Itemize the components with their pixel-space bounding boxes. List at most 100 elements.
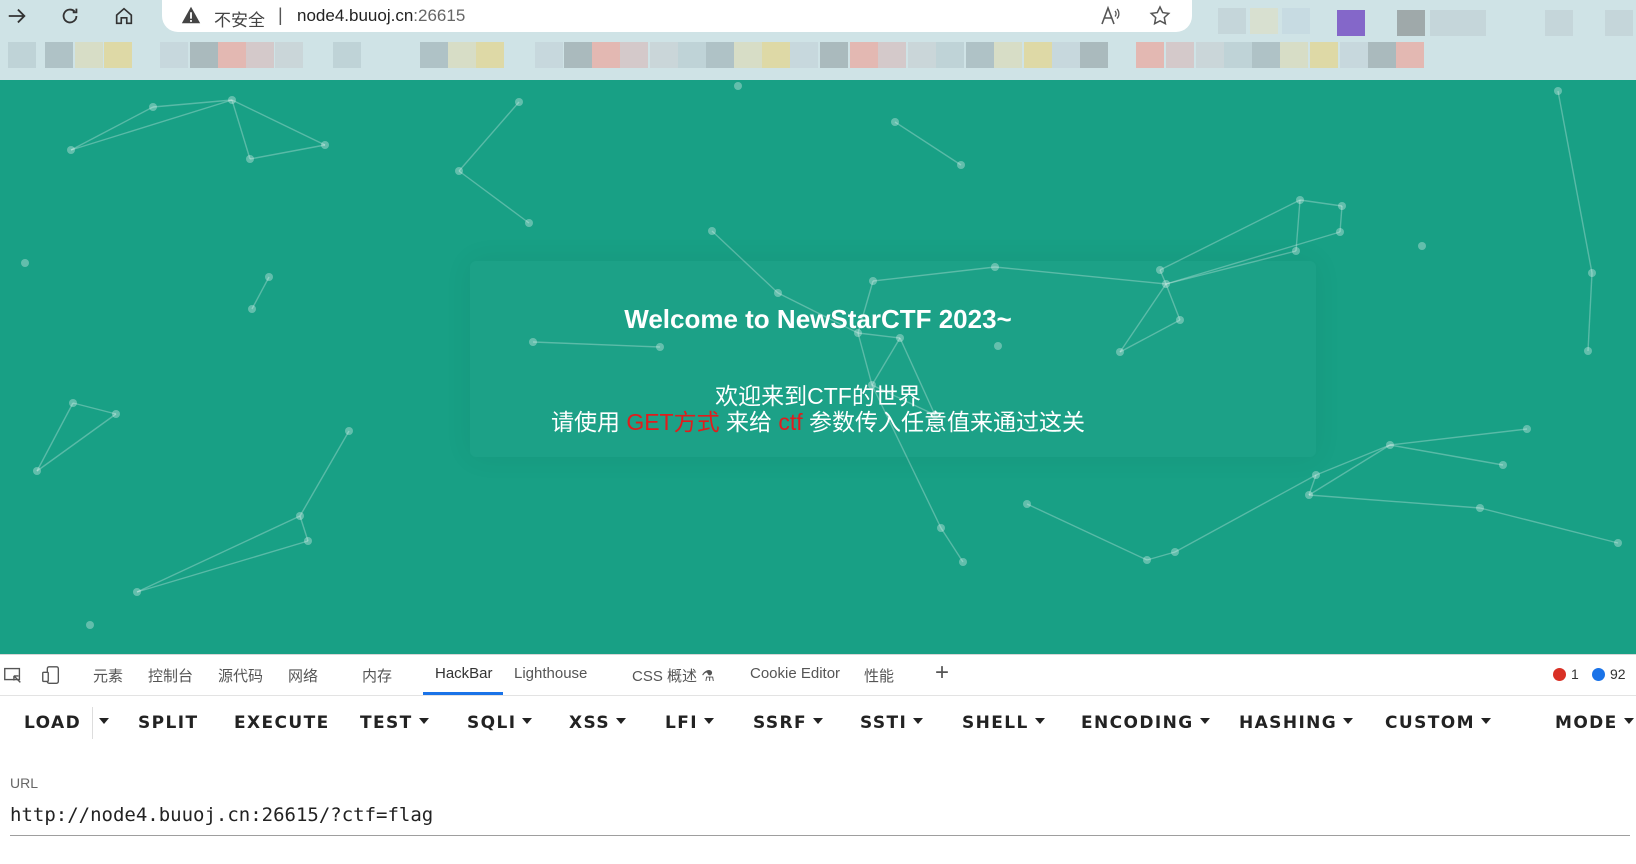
particle-dot bbox=[1171, 548, 1179, 556]
particle-dot bbox=[515, 98, 523, 106]
particle-link bbox=[1146, 551, 1176, 561]
xss-label: XSS bbox=[569, 713, 611, 733]
ssti-label: SSTI bbox=[860, 713, 908, 733]
instruction-param: ctf bbox=[778, 409, 803, 435]
particle-dot bbox=[149, 103, 157, 111]
shell-label: SHELL bbox=[962, 713, 1029, 733]
add-tab-plus-icon[interactable]: + bbox=[935, 659, 949, 687]
tab-elements[interactable]: 元素 bbox=[93, 665, 123, 686]
chevron-down-icon bbox=[813, 718, 824, 724]
particle-link bbox=[231, 99, 326, 146]
particle-link bbox=[136, 515, 301, 593]
forward-button[interactable] bbox=[3, 2, 31, 30]
particle-link bbox=[1295, 199, 1301, 252]
address-url[interactable]: node4.buuoj.cn:26615 bbox=[297, 6, 465, 26]
error-icon bbox=[1553, 667, 1566, 681]
device-toolbar-icon[interactable] bbox=[40, 664, 62, 686]
chevron-down-icon bbox=[913, 718, 924, 724]
message-counter[interactable]: 92 bbox=[1592, 666, 1626, 682]
particle-dot bbox=[1584, 347, 1592, 355]
test-label: TEST bbox=[360, 713, 413, 733]
chevron-down-icon bbox=[1199, 718, 1210, 724]
chevron-down-icon bbox=[1034, 718, 1045, 724]
devtools-panel: 元素 控制台 源代码 网络 内存 HackBar Lighthouse CSS … bbox=[0, 654, 1636, 864]
tab-cookie-editor[interactable]: Cookie Editor bbox=[750, 665, 840, 682]
tab-console[interactable]: 控制台 bbox=[148, 665, 193, 686]
arrow-right-icon bbox=[8, 8, 26, 24]
sqli-menu[interactable]: SQLI bbox=[467, 713, 533, 733]
particle-dot bbox=[296, 512, 304, 520]
ssti-menu[interactable]: SSTI bbox=[860, 713, 924, 733]
address-separator: | bbox=[278, 5, 283, 25]
chevron-down-icon bbox=[616, 718, 627, 724]
particle-link bbox=[1026, 503, 1148, 561]
xss-menu[interactable]: XSS bbox=[569, 713, 627, 733]
ssrf-label: SSRF bbox=[753, 713, 808, 733]
chevron-down-icon bbox=[522, 718, 533, 724]
read-aloud-icon[interactable] bbox=[1098, 4, 1122, 28]
url-input[interactable] bbox=[10, 795, 1630, 836]
execute-button[interactable]: EXECUTE bbox=[234, 713, 330, 733]
reload-button[interactable] bbox=[56, 2, 84, 30]
particle-link bbox=[894, 121, 962, 166]
tab-hackbar[interactable]: HackBar bbox=[435, 665, 493, 682]
load-dropdown[interactable] bbox=[99, 713, 109, 733]
mode-menu[interactable]: MODE bbox=[1555, 713, 1634, 733]
lfi-menu[interactable]: LFI bbox=[665, 713, 714, 733]
custom-menu[interactable]: CUSTOM bbox=[1385, 713, 1491, 733]
particle-dot bbox=[734, 82, 742, 90]
particle-link bbox=[1308, 444, 1391, 496]
chevron-down-icon bbox=[1480, 718, 1491, 724]
shell-menu[interactable]: SHELL bbox=[962, 713, 1045, 733]
particle-dot bbox=[1418, 242, 1426, 250]
toolbar-divider bbox=[92, 707, 93, 739]
particle-dot bbox=[455, 167, 463, 175]
particle-dot bbox=[304, 537, 312, 545]
particle-dot bbox=[1143, 556, 1151, 564]
particle-dot bbox=[86, 621, 94, 629]
particle-link bbox=[299, 430, 350, 517]
tab-performance[interactable]: 性能 bbox=[864, 665, 894, 686]
particle-link bbox=[136, 540, 309, 593]
tab-network[interactable]: 网络 bbox=[288, 665, 318, 686]
inspect-element-icon[interactable] bbox=[2, 664, 24, 686]
particle-dot bbox=[891, 118, 899, 126]
mode-label: MODE bbox=[1555, 713, 1618, 733]
test-menu[interactable]: TEST bbox=[360, 713, 429, 733]
sqli-label: SQLI bbox=[467, 713, 517, 733]
load-button[interactable]: LOAD bbox=[24, 713, 81, 733]
address-bar[interactable]: 不安全 | node4.buuoj.cn:26615 bbox=[162, 0, 1192, 32]
particle-link bbox=[231, 99, 251, 160]
home-button[interactable] bbox=[110, 2, 138, 30]
encoding-label: ENCODING bbox=[1081, 713, 1194, 733]
tab-memory[interactable]: 内存 bbox=[362, 665, 392, 686]
particle-link bbox=[1159, 199, 1301, 271]
particle-dot bbox=[1336, 228, 1344, 236]
particle-dot bbox=[21, 259, 29, 267]
split-button[interactable]: SPLIT bbox=[138, 713, 198, 733]
url-host: node4.buuoj.cn bbox=[297, 6, 414, 25]
warning-icon[interactable] bbox=[180, 4, 202, 26]
particle-dot bbox=[1554, 87, 1562, 95]
particle-dot bbox=[959, 558, 967, 566]
particle-link bbox=[249, 144, 326, 160]
chevron-down-icon bbox=[418, 718, 429, 724]
particle-link bbox=[1479, 507, 1619, 544]
error-counter[interactable]: 1 bbox=[1553, 666, 1579, 682]
ssrf-menu[interactable]: SSRF bbox=[753, 713, 824, 733]
particle-dot bbox=[1614, 539, 1622, 547]
chevron-down-icon bbox=[703, 718, 714, 724]
encoding-menu[interactable]: ENCODING bbox=[1081, 713, 1210, 733]
favorite-star-icon[interactable] bbox=[1148, 4, 1172, 28]
message-count: 92 bbox=[1610, 666, 1626, 682]
tab-sources[interactable]: 源代码 bbox=[218, 665, 263, 686]
particle-dot bbox=[1386, 441, 1394, 449]
particle-dot bbox=[1338, 202, 1346, 210]
hashing-menu[interactable]: HASHING bbox=[1239, 713, 1354, 733]
tab-lighthouse[interactable]: Lighthouse bbox=[514, 665, 587, 682]
insecure-label[interactable]: 不安全 bbox=[214, 6, 265, 31]
particle-dot bbox=[1499, 461, 1507, 469]
particle-link bbox=[940, 527, 964, 563]
particle-link bbox=[1308, 494, 1481, 509]
tab-css-overview[interactable]: CSS 概述 ⚗ bbox=[632, 665, 715, 686]
